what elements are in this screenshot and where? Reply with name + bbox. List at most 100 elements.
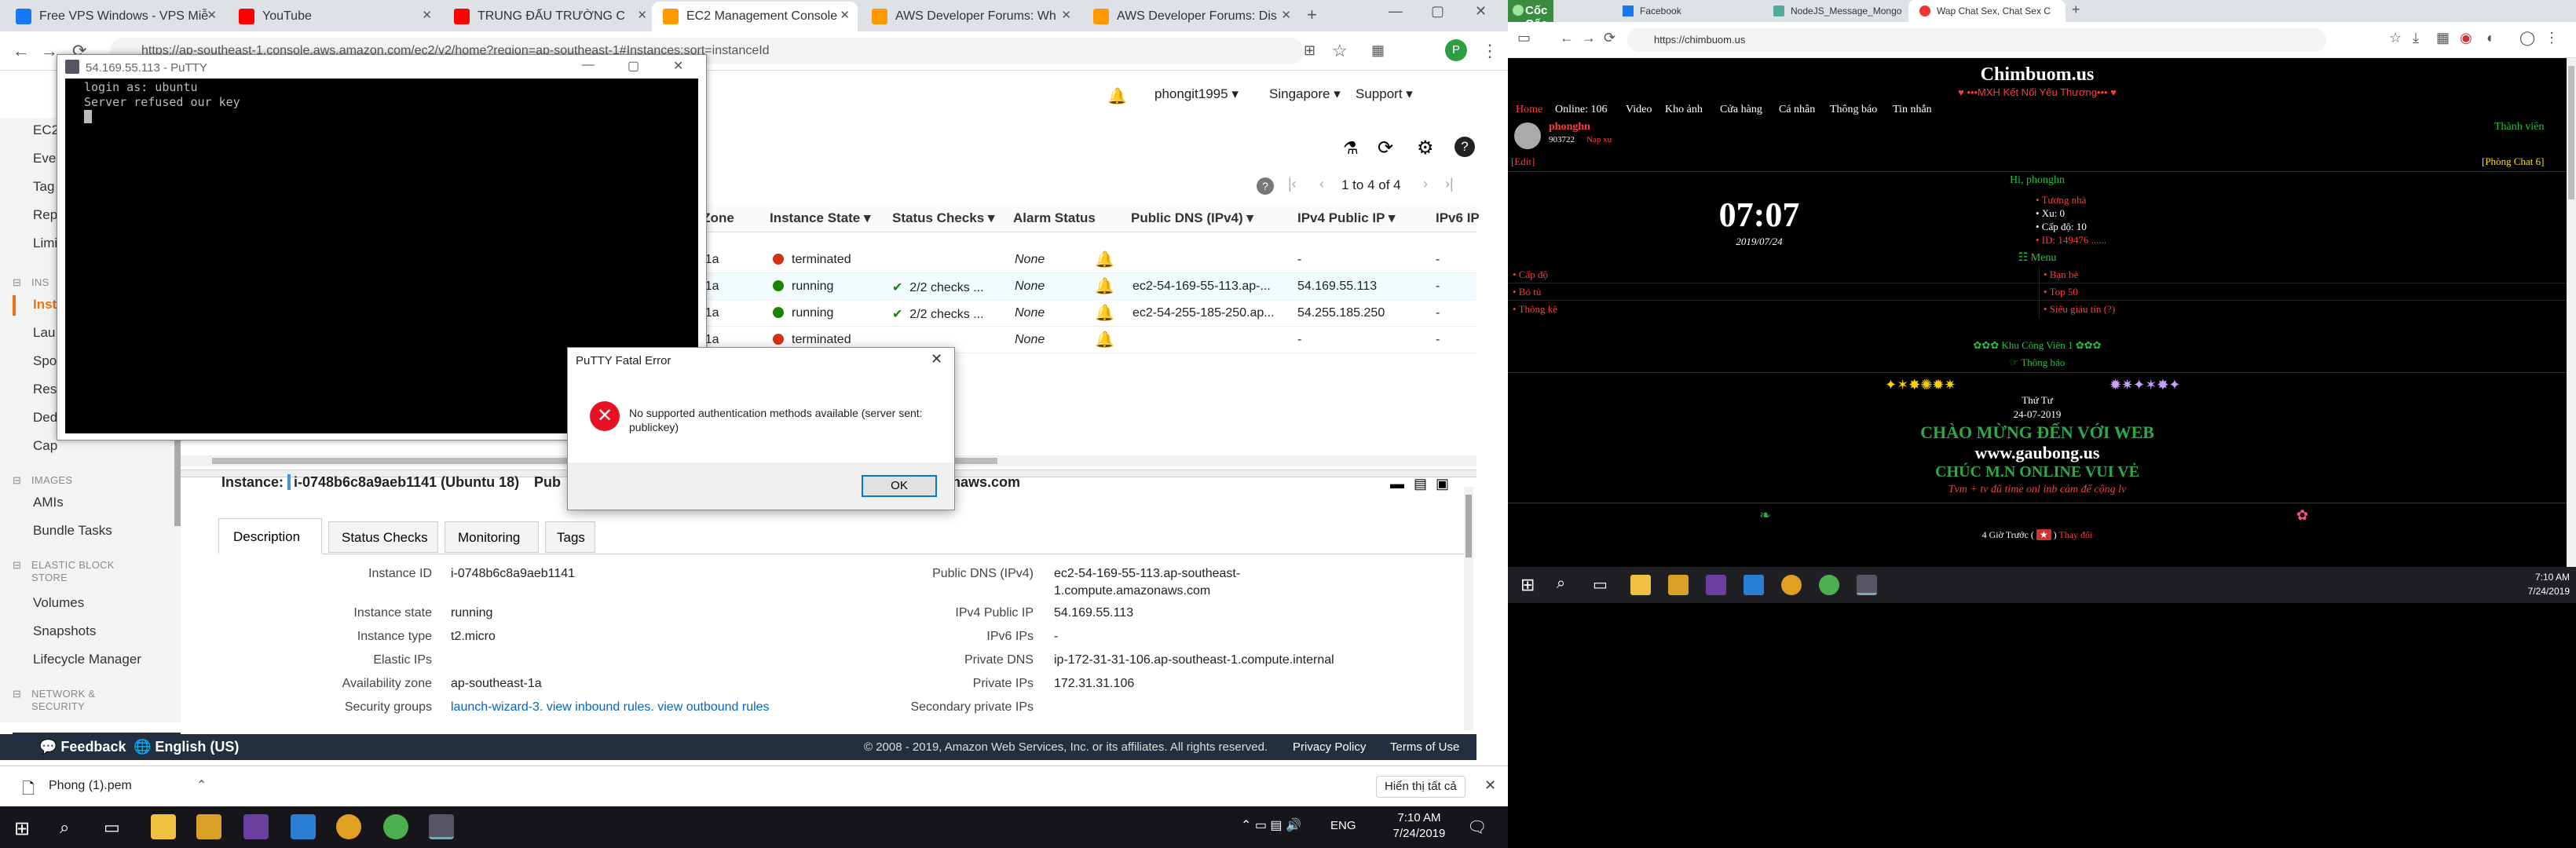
- nav-item-events[interactable]: Eve: [33, 151, 56, 166]
- park-banner[interactable]: ✿✿✿ Khu Công Viên 1 ✿✿✿: [1508, 339, 2567, 352]
- forward-icon[interactable]: →: [1582, 30, 1596, 46]
- section-toggle-icon[interactable]: ⊟: [13, 688, 21, 700]
- tab-monitoring[interactable]: Monitoring: [445, 521, 539, 553]
- last-page-icon[interactable]: ›|: [1445, 176, 1454, 192]
- filezilla-icon[interactable]: [196, 814, 221, 839]
- extension-icon[interactable]: ▦: [2436, 30, 2450, 46]
- windows-start-icon[interactable]: ⊞: [14, 817, 30, 840]
- section-toggle-icon[interactable]: ⊟: [13, 559, 21, 572]
- bookmark-star-icon[interactable]: ☆: [2389, 30, 2402, 46]
- language-link[interactable]: 🌐 English (US): [134, 739, 239, 755]
- section-toggle-icon[interactable]: ⊟: [13, 276, 21, 289]
- sidebar-icon[interactable]: ▭: [1517, 30, 1531, 46]
- edit-link[interactable]: [Edit]: [1511, 155, 1535, 168]
- chevron-up-icon[interactable]: ⌃: [196, 777, 207, 793]
- layout-icon[interactable]: ▤: [1414, 476, 1427, 492]
- translate-icon[interactable]: ⊞: [1304, 42, 1315, 59]
- back-icon[interactable]: ←: [13, 41, 30, 61]
- site-logo[interactable]: Chimbuom.us: [1508, 64, 2567, 86]
- search-icon[interactable]: ⌕: [60, 817, 69, 838]
- nav-profile[interactable]: Cá nhân: [1779, 104, 1815, 116]
- close-icon[interactable]: ✕: [637, 8, 647, 22]
- table-row[interactable]: st-1a running ✔ 2/2 checks ... None 🔔 ec…: [691, 273, 1476, 300]
- file-explorer-icon[interactable]: [151, 814, 176, 839]
- refresh-icon[interactable]: ⟳: [1378, 137, 1393, 159]
- task-view-icon[interactable]: ▭: [104, 817, 120, 838]
- task-view-icon[interactable]: ▭: [1593, 575, 1608, 594]
- filezilla-icon[interactable]: [1668, 575, 1689, 595]
- menu-box[interactable]: • Bỏ tủ: [1513, 286, 1541, 298]
- tab-trung-dau-truong[interactable]: TRUNG ĐẤU TRƯỜNG C ✕: [443, 2, 655, 31]
- col-ipv6[interactable]: IPv6 IP: [1436, 210, 1480, 226]
- coccoc-icon[interactable]: [1819, 575, 1839, 595]
- menu-level[interactable]: • Cấp độ: [1513, 269, 1548, 281]
- members-link[interactable]: Thành viên: [2494, 121, 2544, 133]
- feedback-link[interactable]: 💬 Feedback: [39, 739, 126, 755]
- col-ipv4[interactable]: IPv4 Public IP ▾: [1297, 210, 1395, 226]
- notification-icon[interactable]: 🗨: [1467, 817, 1487, 837]
- ok-button[interactable]: OK: [862, 475, 937, 497]
- close-icon[interactable]: ✕: [1061, 8, 1071, 22]
- new-tab-button[interactable]: +: [1307, 5, 1317, 25]
- download-item[interactable]: Phong (1).pem: [49, 779, 132, 793]
- layout-icon[interactable]: ▬: [1390, 476, 1404, 492]
- nav-item-bundle-tasks[interactable]: Bundle Tasks: [33, 523, 112, 539]
- security-group-links[interactable]: launch-wizard-3. view inbound rules. vie…: [451, 700, 770, 715]
- details-scrollbar[interactable]: [1464, 487, 1473, 730]
- nav-home[interactable]: Home: [1516, 104, 1542, 116]
- nav-item-limits[interactable]: Limi: [33, 236, 57, 251]
- maximize-button[interactable]: ▢: [1431, 3, 1444, 20]
- nav-notifications[interactable]: Thông báo: [1830, 104, 1877, 116]
- extension-icon[interactable]: ▦: [1371, 42, 1385, 59]
- close-icon[interactable]: ✕: [840, 8, 850, 22]
- reload-icon[interactable]: ⟳: [1604, 30, 1615, 46]
- tab-wap-chat[interactable]: Wap Chat Sex, Chat Sex C: [1908, 0, 2066, 22]
- nav-shop[interactable]: Cửa hàng: [1720, 104, 1762, 116]
- nav-item-ec2[interactable]: EC2: [33, 122, 59, 138]
- search-icon[interactable]: ⌕: [1557, 575, 1565, 593]
- nav-item-lifecycle[interactable]: Lifecycle Manager: [33, 652, 141, 667]
- nav-online[interactable]: Online: 106: [1555, 104, 1608, 116]
- bookmark-star-icon[interactable]: ☆: [1332, 41, 1348, 61]
- download-icon[interactable]: ⤓: [2413, 30, 2419, 46]
- chrome-icon[interactable]: [1781, 575, 1802, 595]
- tab-ec2-console[interactable]: EC2 Management Console ✕: [652, 2, 858, 31]
- chat-room-link[interactable]: [Phòng Chat 6]: [2482, 155, 2544, 168]
- table-row[interactable]: st-1a terminated None 🔔 - -: [691, 247, 1476, 273]
- tab-youtube[interactable]: YouTube ✕: [228, 2, 440, 31]
- alarm-bell-icon[interactable]: 🔔: [1095, 250, 1114, 269]
- alarm-bell-icon[interactable]: 🔔: [1095, 303, 1114, 323]
- forward-icon[interactable]: →: [41, 41, 58, 61]
- layout-icon[interactable]: ▣: [1436, 476, 1449, 492]
- change-link[interactable]: Thay đổi: [2058, 529, 2092, 540]
- support-menu[interactable]: Support ▾: [1356, 86, 1413, 102]
- close-window-button[interactable]: ✕: [1475, 3, 1487, 20]
- account-menu[interactable]: phongit1995 ▾: [1154, 86, 1239, 102]
- page-scrollbar[interactable]: [2567, 58, 2576, 567]
- putty-icon[interactable]: [1857, 575, 1877, 595]
- help-icon[interactable]: ?: [1454, 137, 1475, 157]
- extension-icon[interactable]: ◐: [2486, 30, 2495, 46]
- nav-item-dedicated[interactable]: Ded: [33, 410, 57, 426]
- prev-page-icon[interactable]: ‹: [1319, 176, 1324, 192]
- col-instance-state[interactable]: Instance State ▾: [770, 210, 871, 226]
- profile-icon[interactable]: ◯: [2519, 30, 2535, 46]
- close-icon[interactable]: ✕: [931, 351, 942, 367]
- nav-video[interactable]: Video: [1626, 104, 1652, 116]
- region-menu[interactable]: Singapore ▾: [1269, 86, 1341, 102]
- input-language[interactable]: ENG: [1330, 819, 1356, 832]
- section-toggle-icon[interactable]: ⊟: [13, 474, 21, 487]
- tab-description[interactable]: Description: [218, 518, 322, 554]
- menu-stats[interactable]: • Thông kê: [1513, 303, 1557, 316]
- privacy-link[interactable]: Privacy Policy: [1293, 740, 1366, 754]
- nav-photos[interactable]: Kho ảnh: [1665, 104, 1703, 116]
- nav-item-capacity[interactable]: Cap: [33, 438, 57, 454]
- show-all-button[interactable]: Hiển thị tất cả: [1376, 776, 1465, 798]
- tray-icons[interactable]: ⌃ ▭ ▤ 🔊: [1241, 817, 1301, 833]
- close-icon[interactable]: ✕: [422, 8, 432, 22]
- col-status-checks[interactable]: Status Checks ▾: [892, 210, 994, 226]
- flask-icon[interactable]: ⚗: [1343, 138, 1359, 159]
- table-row[interactable]: st-1a running ✔ 2/2 checks ... None 🔔 ec…: [691, 300, 1476, 327]
- tab-nodejs[interactable]: NodeJS_Message_Mongo: [1762, 0, 1908, 22]
- next-page-icon[interactable]: ›: [1423, 176, 1428, 192]
